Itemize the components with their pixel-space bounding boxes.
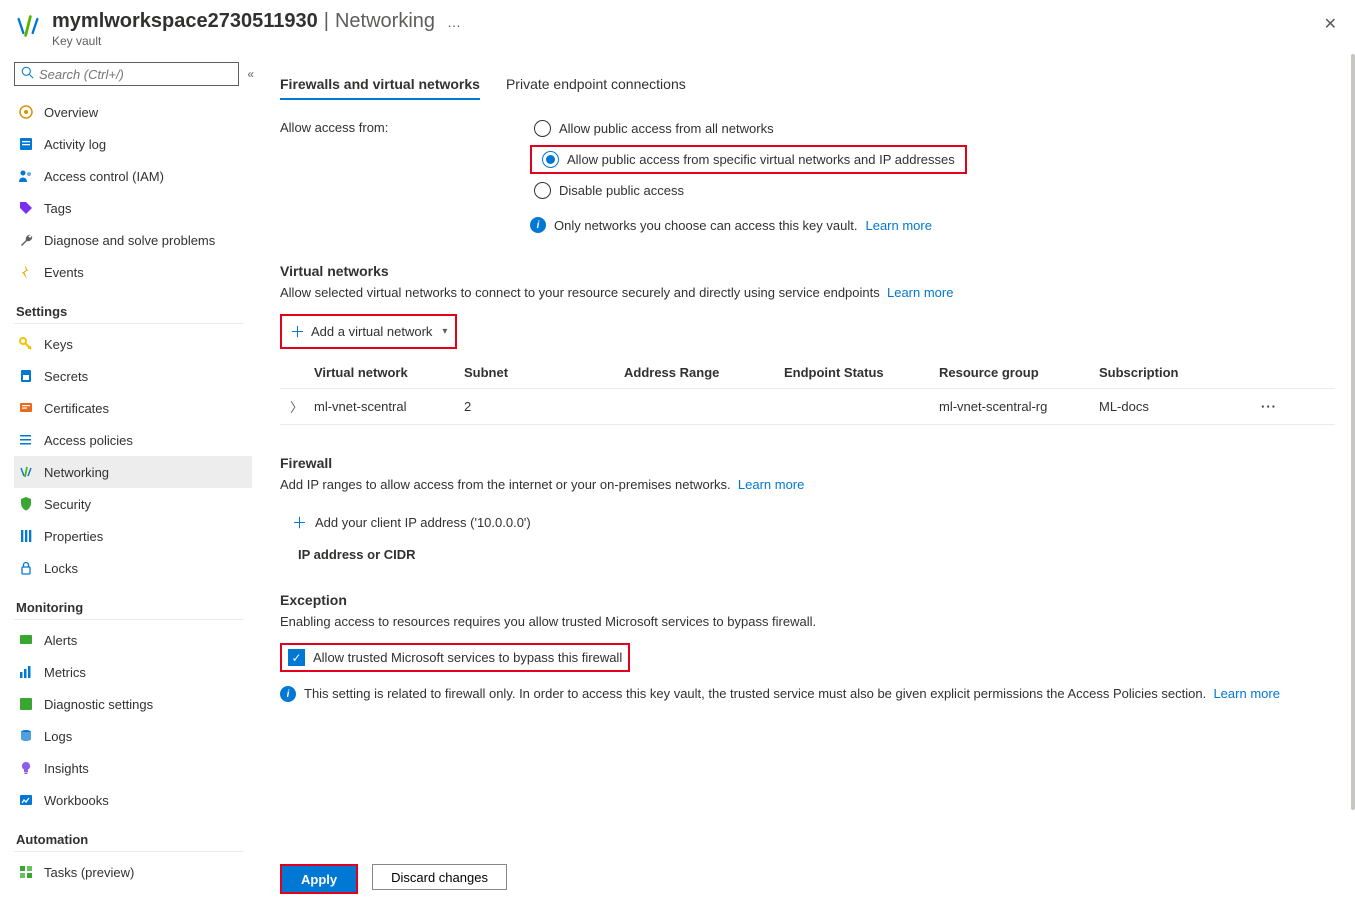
collapse-sidebar-icon[interactable]: « [247,67,254,81]
diag-icon [18,696,34,712]
log-icon [18,136,34,152]
ip-cidr-label: IP address or CIDR [280,539,1335,562]
radio-all-networks[interactable]: Allow public access from all networks [530,118,967,139]
vnet-table-header: Virtual network Subnet Address Range End… [280,357,1335,389]
radio-specific-networks[interactable]: Allow public access from specific virtua… [538,149,959,170]
sidebar-item-logs[interactable]: Logs [14,720,252,752]
vnet-table-row[interactable]: 〉 ml-vnet-scentral 2 ml-vnet-scentral-rg… [280,389,1335,425]
exception-section-title: Exception [280,592,1335,608]
sidebar-group-settings: Settings [14,294,244,324]
events-icon [18,264,34,280]
iam-icon [18,168,34,184]
access-learn-more-link[interactable]: Learn more [865,218,931,233]
sidebar-item-security[interactable]: Security [14,488,252,520]
sidebar-item-events[interactable]: Events [14,256,252,288]
sidebar-item-secrets[interactable]: Secrets [14,360,252,392]
vnet-section-title: Virtual networks [280,263,1335,279]
allow-access-label: Allow access from: [280,118,530,135]
sidebar-item-activity-log[interactable]: Activity log [14,128,252,160]
vnet-table: Virtual network Subnet Address Range End… [280,357,1335,425]
sidebar-search-input[interactable] [39,67,232,82]
sidebar-item-properties[interactable]: Properties [14,520,252,552]
radio-icon [542,151,559,168]
row-more-button[interactable]: ··· [1249,399,1289,414]
sidebar-group-monitoring: Monitoring [14,590,244,620]
sidebar-item-networking[interactable]: Networking [14,456,252,488]
sidebar-item-tasks[interactable]: Tasks (preview) [14,856,252,888]
exception-learn-more-link[interactable]: Learn more [1213,686,1279,701]
apply-button[interactable]: Apply [282,866,356,892]
chevron-down-icon: ▾ [442,326,447,337]
workbooks-icon [18,792,34,808]
header-more-button[interactable]: … [447,14,462,30]
add-client-ip-button[interactable]: ＋ Add your client IP address ('10.0.0.0'… [280,506,539,539]
keyvault-icon [14,12,42,40]
secrets-icon [18,368,34,384]
tab-private-endpoints[interactable]: Private endpoint connections [506,76,686,100]
certificates-icon [18,400,34,416]
sidebar-item-tags[interactable]: Tags [14,192,252,224]
exception-section-desc: Enabling access to resources requires yo… [280,614,1335,629]
radio-disable-public[interactable]: Disable public access [530,180,967,201]
sidebar-item-iam[interactable]: Access control (IAM) [14,160,252,192]
info-icon: i [530,217,546,233]
trusted-services-checkbox[interactable]: ✓ Allow trusted Microsoft services to by… [282,645,628,670]
sidebar-item-diag-settings[interactable]: Diagnostic settings [14,688,252,720]
tasks-icon [18,864,34,880]
logs-icon [18,728,34,744]
access-info-text: Only networks you choose can access this… [554,218,857,233]
vnet-section-desc: Allow selected virtual networks to conne… [280,285,880,300]
overview-icon [18,104,34,120]
networking-icon [18,464,34,480]
sidebar-item-locks[interactable]: Locks [14,552,252,584]
plus-icon: ＋ [290,321,305,342]
sidebar: « Overview Activity log Access control (… [0,54,254,912]
vnet-learn-more-link[interactable]: Learn more [887,285,953,300]
shield-icon [18,496,34,512]
main-content: Firewalls and virtual networks Private e… [254,54,1355,912]
footer-bar: Apply Discard changes [254,852,1355,912]
sidebar-item-insights[interactable]: Insights [14,752,252,784]
resource-title: mymlworkspace2730511930 [52,10,318,33]
search-icon [21,66,34,82]
add-vnet-button[interactable]: ＋ Add a virtual network ▾ [282,316,455,347]
lock-icon [18,560,34,576]
info-icon: i [280,686,296,702]
radio-icon [534,120,551,137]
policies-icon [18,432,34,448]
firewall-section-title: Firewall [280,455,1335,471]
plus-icon: ＋ [292,512,307,533]
sidebar-item-diagnose[interactable]: Diagnose and solve problems [14,224,252,256]
sidebar-item-certificates[interactable]: Certificates [14,392,252,424]
sidebar-item-metrics[interactable]: Metrics [14,656,252,688]
expand-row-icon[interactable]: 〉 [280,397,314,416]
firewall-learn-more-link[interactable]: Learn more [738,477,804,492]
wrench-icon [18,232,34,248]
exception-info-text: This setting is related to firewall only… [304,686,1206,701]
key-icon [18,336,34,352]
sidebar-search[interactable] [14,62,239,86]
alerts-icon [18,632,34,648]
discard-button[interactable]: Discard changes [372,864,507,890]
tab-firewalls[interactable]: Firewalls and virtual networks [280,76,480,100]
blade-title: Networking [335,10,435,33]
sidebar-item-alerts[interactable]: Alerts [14,624,252,656]
insights-icon [18,760,34,776]
properties-icon [18,528,34,544]
sidebar-item-access-policies[interactable]: Access policies [14,424,252,456]
sidebar-item-keys[interactable]: Keys [14,328,252,360]
resource-type-label: Key vault [52,34,462,48]
radio-icon [534,182,551,199]
page-header: mymlworkspace2730511930 | Networking … K… [0,0,1355,54]
close-icon[interactable]: ✕ [1324,14,1337,34]
metrics-icon [18,664,34,680]
firewall-section-desc: Add IP ranges to allow access from the i… [280,477,731,492]
checkbox-checked-icon: ✓ [288,649,305,666]
tags-icon [18,200,34,216]
sidebar-item-overview[interactable]: Overview [14,96,252,128]
tabs: Firewalls and virtual networks Private e… [280,76,1335,100]
sidebar-item-workbooks[interactable]: Workbooks [14,784,252,816]
sidebar-group-automation: Automation [14,822,244,852]
